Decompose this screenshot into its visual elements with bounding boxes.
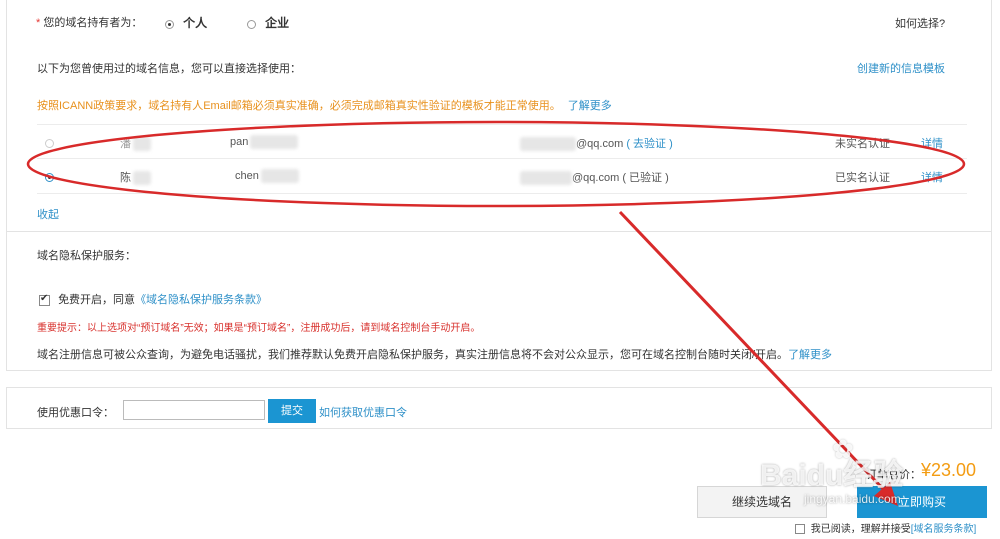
agree-row[interactable]: 我已阅读，理解并接受[域名服务条款] bbox=[795, 520, 976, 535]
contacts-top-divider bbox=[37, 124, 967, 125]
owner-panel: * 您的域名持有者为： 个人 企业 如何选择? 以下为您曾使用过的域名信息，您可… bbox=[6, 0, 992, 232]
coupon-label: 使用优惠口令： bbox=[37, 407, 114, 419]
owner-radio-personal[interactable] bbox=[165, 19, 174, 29]
coupon-input[interactable] bbox=[123, 400, 265, 420]
contact-email: @qq.com ( 已验证 ) bbox=[520, 169, 669, 186]
privacy-checkbox-row[interactable]: 免费开启，同意《域名隐私保护服务条款》 bbox=[39, 291, 267, 307]
coupon-panel: 使用优惠口令： 提交 如何获取优惠口令 bbox=[6, 387, 992, 429]
contact-pinyin: chen bbox=[235, 169, 299, 183]
owner-option-company-label: 企业 bbox=[265, 16, 290, 30]
contact-radio[interactable] bbox=[45, 172, 54, 182]
contact-email-suffix: @qq.com bbox=[576, 138, 624, 150]
contact-pinyin-text: chen bbox=[235, 169, 259, 182]
contact-detail-link[interactable]: 详情 bbox=[921, 135, 943, 151]
how-to-choose-link[interactable]: 如何选择? bbox=[895, 15, 945, 31]
agree-text: 我已阅读，理解并接受 bbox=[810, 524, 911, 535]
privacy-description-row: 域名注册信息可被公众查询，为避免电话骚扰，我们推荐默认免费开启隐私保护服务，真实… bbox=[37, 346, 977, 362]
create-template-link[interactable]: 创建新的信息模板 bbox=[857, 60, 945, 76]
owner-option-company[interactable]: 企业 bbox=[247, 14, 289, 30]
owner-option-personal-label: 个人 bbox=[183, 16, 208, 30]
contact-detail-link[interactable]: 详情 bbox=[921, 169, 943, 185]
contact-verify-status: ( 已验证 ) bbox=[622, 172, 669, 184]
privacy-checkbox[interactable] bbox=[39, 293, 50, 306]
contact-pinyin-text: pan bbox=[230, 135, 249, 148]
contact-email: @qq.com ( 去验证 ) bbox=[520, 135, 673, 152]
contact-status: 已实名认证 bbox=[835, 172, 890, 184]
contact-row[interactable]: 潘 pan @qq.com ( 去验证 ) 未实名认证 详情 bbox=[37, 126, 967, 158]
contact-pinyin: pan bbox=[230, 135, 299, 149]
owner-label: 您的域名持有者为： bbox=[43, 17, 143, 29]
owner-radio-company[interactable] bbox=[247, 19, 256, 29]
icann-notice-row: 按照ICANN政策要求，域名持有人Email邮箱必须真实准确，必须完成邮箱真实性… bbox=[37, 97, 837, 113]
contact-email-suffix: @qq.com bbox=[572, 172, 620, 184]
agree-checkbox[interactable] bbox=[795, 524, 805, 535]
contacts-mid-divider bbox=[37, 158, 967, 159]
privacy-title: 域名隐私保护服务： bbox=[37, 250, 136, 262]
order-total-value: ¥23.00 bbox=[921, 460, 977, 480]
contact-email-blur bbox=[520, 171, 572, 186]
contact-name: 潘 bbox=[120, 135, 151, 152]
continue-select-button[interactable]: 继续选域名 bbox=[697, 486, 827, 518]
contact-pinyin-blur bbox=[250, 135, 299, 149]
coupon-help-link[interactable]: 如何获取优惠口令 bbox=[319, 404, 407, 420]
contact-name-blur bbox=[133, 137, 151, 152]
agree-terms-link[interactable]: [域名服务条款] bbox=[911, 524, 977, 535]
buy-now-button[interactable]: 立即购买 bbox=[857, 486, 987, 518]
required-mark: * bbox=[36, 17, 41, 29]
privacy-warning: 重要提示：以上选项对“预订域名”无效；如果是“预订域名”，注册成功后，请到域名控… bbox=[37, 323, 481, 334]
collapse-link[interactable]: 收起 bbox=[37, 206, 59, 222]
contact-row[interactable]: 陈 chen @qq.com ( 已验证 ) 已实名认证 详情 bbox=[37, 160, 967, 192]
owner-option-personal[interactable]: 个人 bbox=[165, 14, 207, 30]
used-info-text: 以下为您曾使用过的域名信息，您可以直接选择使用： bbox=[37, 63, 301, 75]
contact-name-blur bbox=[133, 171, 151, 186]
privacy-more-link[interactable]: 了解更多 bbox=[788, 349, 832, 361]
privacy-terms-link[interactable]: 《域名隐私保护服务条款》 bbox=[135, 294, 267, 306]
watermark-paw-icon: ✿ bbox=[832, 434, 854, 464]
icann-more-link[interactable]: 了解更多 bbox=[568, 100, 612, 112]
privacy-panel: 域名隐私保护服务： 免费开启，同意《域名隐私保护服务条款》 重要提示：以上选项对… bbox=[6, 231, 992, 371]
contact-name: 陈 bbox=[120, 169, 151, 186]
contact-verify-link[interactable]: ( 去验证 ) bbox=[626, 138, 672, 150]
order-total-label: 订单总价： bbox=[866, 469, 921, 481]
icann-notice: 按照ICANN政策要求，域名持有人Email邮箱必须真实准确，必须完成邮箱真实性… bbox=[37, 100, 561, 112]
contact-name-text: 陈 bbox=[120, 172, 131, 184]
contact-pinyin-blur bbox=[260, 169, 299, 183]
contact-radio[interactable] bbox=[45, 138, 54, 148]
privacy-description: 域名注册信息可被公众查询，为避免电话骚扰，我们推荐默认免费开启隐私保护服务，真实… bbox=[37, 349, 789, 361]
privacy-checkbox-label: 免费开启，同意 bbox=[58, 294, 136, 306]
contact-status: 未实名认证 bbox=[835, 138, 890, 150]
coupon-submit-button[interactable]: 提交 bbox=[268, 399, 316, 423]
contact-email-blur bbox=[520, 137, 576, 152]
contact-name-text: 潘 bbox=[120, 138, 131, 150]
contacts-bottom-divider bbox=[37, 193, 967, 194]
